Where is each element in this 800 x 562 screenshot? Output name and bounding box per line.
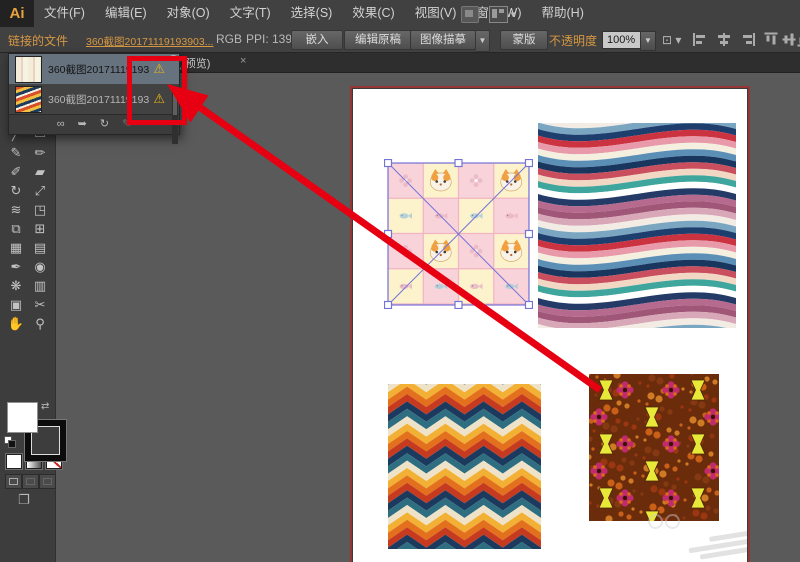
menu-view[interactable]: 视图(V) [405,0,467,27]
menu-object[interactable]: 对象(O) [157,0,220,27]
align-hcenter-icon[interactable] [716,33,732,46]
align-right-icon[interactable] [740,33,756,46]
swap-fill-stroke-icon[interactable]: ⇄ [41,401,49,412]
watermark [648,514,682,534]
bridge-icon[interactable] [461,6,479,23]
hand-tool[interactable]: ✋ [4,314,28,333]
wave-stripes-image[interactable] [538,97,736,343]
menu-type[interactable]: 文字(T) [220,0,281,27]
relink-icon[interactable]: ∞ [57,116,65,133]
link-thumbnail-2 [15,85,42,113]
artboard-tool[interactable]: ▣ [4,295,28,314]
menu-effect[interactable]: 效果(C) [342,0,404,27]
embed-button[interactable]: 嵌入 [291,30,343,50]
paintbrush-tool[interactable]: ✎ [4,143,28,162]
rotate-tool[interactable]: ↻ [4,181,28,200]
blob-brush-tool[interactable]: ✐ [4,162,28,181]
scale-tool[interactable]: ⤢ [28,181,52,200]
linked-filename[interactable]: 360截图20171119193903... [86,34,213,49]
fill-swatch[interactable] [7,402,38,433]
opacity-caret[interactable]: ▼ [640,31,656,51]
update-link-icon[interactable]: ↻ [100,116,109,133]
tab-close-icon[interactable]: × [240,55,246,67]
draw-normal-button[interactable] [5,474,22,489]
ornate-pattern-image[interactable] [586,371,722,532]
draw-behind-button[interactable] [22,474,39,489]
align-top-icon[interactable] [764,32,778,48]
menu-file[interactable]: 文件(F) [34,0,95,27]
shape-builder-tool[interactable]: ⧉ [4,219,28,238]
symbol-sprayer-tool[interactable]: ❋ [4,276,28,295]
align-vcenter-icon[interactable] [782,32,796,48]
slice-tool[interactable]: ✂ [28,295,52,314]
color-mode-label: RGB [216,32,243,46]
screen-mode-button[interactable]: ❐ [18,492,30,508]
illustrator-window: Ai 文件(F) 编辑(E) 对象(O) 文字(T) 选择(S) 效果(C) 视… [0,0,800,562]
zoom-tool[interactable]: ⚲ [28,314,52,333]
menu-select[interactable]: 选择(S) [281,0,343,27]
workspace-caret-icon: ▼ [509,10,517,19]
link-thumbnail-1 [15,55,42,83]
image-trace-caret[interactable]: ▼ [476,30,490,52]
mask-button[interactable]: 蒙版 [500,30,548,50]
mesh-tool[interactable]: ▦ [4,238,28,257]
app-logo: Ai [0,0,34,27]
linked-file-label: 链接的文件 [8,34,69,48]
blend-tool[interactable]: ◉ [28,257,52,276]
tools-grid: ╱▭✎✏✐▰↻⤢≋◳⧉⊞▦▤✒◉❋▥▣✂✋⚲ [3,124,53,333]
column-graph-tool[interactable]: ▥ [28,276,52,295]
watermark-stamp [687,525,747,562]
transform-panel-icon[interactable]: ⊡ ▾ [662,33,681,47]
free-transform-tool[interactable]: ◳ [28,200,52,219]
control-bar: 链接的文件 360截图20171119193903... RGB PPI: 13… [0,27,800,53]
align-left-icon[interactable] [692,33,708,46]
artboard [350,86,750,562]
chevron-pattern-image[interactable] [388,357,541,562]
gradient-tool[interactable]: ▤ [28,238,52,257]
perspective-grid-tool[interactable]: ⊞ [28,219,52,238]
selection-bounding-box[interactable] [384,159,533,309]
opacity-label[interactable]: 不透明度 [549,32,597,49]
default-fill-stroke-icon[interactable] [4,436,16,448]
eraser-tool[interactable]: ▰ [28,162,52,181]
width-tool[interactable]: ≋ [4,200,28,219]
menu-bar: Ai 文件(F) 编辑(E) 对象(O) 文字(T) 选择(S) 效果(C) 视… [0,0,800,28]
color-button[interactable] [6,454,22,469]
drawing-modes-row [5,474,56,489]
annotation-highlight-rect [127,56,187,125]
edit-original-button[interactable]: 编辑原稿 [344,30,412,50]
opacity-input[interactable]: 100% [602,31,644,49]
eyedropper-tool[interactable]: ✒ [4,257,28,276]
go-to-link-icon[interactable]: ➥ [78,116,87,133]
ppi-label: PPI: 139 [246,32,293,46]
workspace-switcher-icon[interactable] [489,6,508,23]
image-trace-button[interactable]: 图像描摹 [410,30,476,50]
pencil-tool[interactable]: ✏ [28,143,52,162]
draw-inside-button[interactable] [39,474,56,489]
menu-help[interactable]: 帮助(H) [532,0,594,27]
menu-edit[interactable]: 编辑(E) [95,0,157,27]
